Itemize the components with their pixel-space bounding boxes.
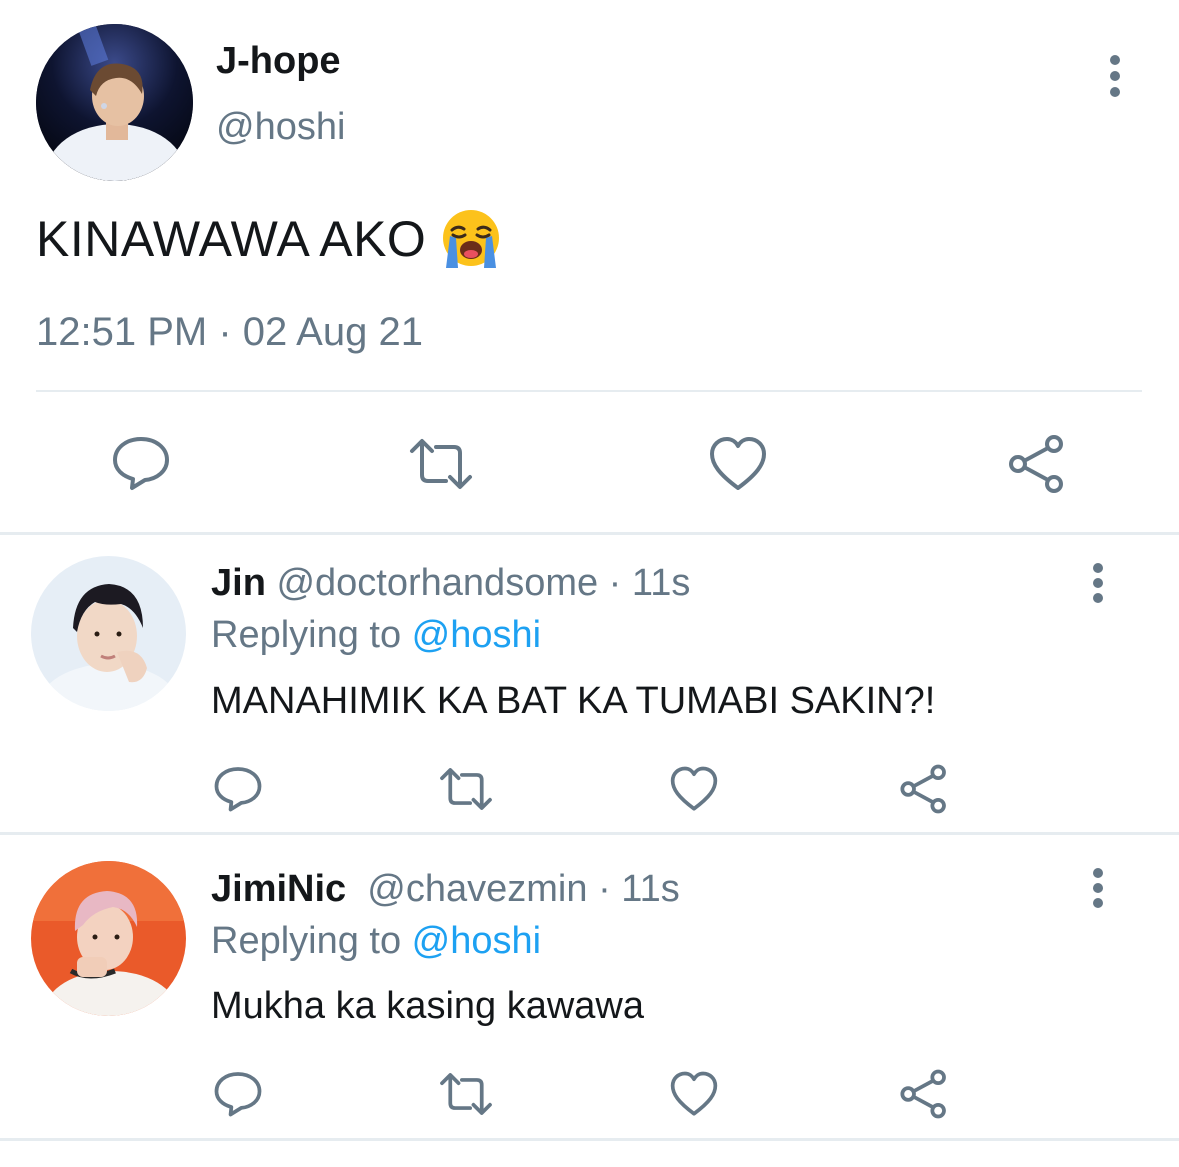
- replying-to: Replying to @hoshi: [211, 920, 541, 963]
- replying-to: Replying to @hoshi: [211, 614, 541, 657]
- reply-handle[interactable]: @doctorhandsome: [276, 562, 598, 604]
- retweet-icon[interactable]: [438, 765, 494, 813]
- main-tweet-timestamp[interactable]: 12:51 PM · 02 Aug 21: [36, 310, 423, 355]
- replying-to-mention[interactable]: @hoshi: [412, 920, 541, 962]
- reply-handle[interactable]: @chavezmin: [367, 868, 587, 910]
- divider: [0, 1138, 1179, 1141]
- more-options-icon[interactable]: [1098, 52, 1132, 102]
- main-tweet-display-name[interactable]: J-hope: [216, 40, 341, 83]
- share-icon[interactable]: [898, 1069, 950, 1119]
- divider: [36, 390, 1142, 392]
- main-tweet-text: KINAWAWA AKO: [36, 208, 502, 270]
- heart-icon[interactable]: [670, 766, 718, 812]
- reply-display-name[interactable]: JimiNic: [211, 868, 346, 910]
- divider: [0, 532, 1179, 535]
- main-tweet-text-content: KINAWAWA AKO: [36, 211, 427, 267]
- more-options-icon[interactable]: [1082, 561, 1114, 605]
- reply-timestamp[interactable]: 11s: [621, 868, 679, 910]
- share-icon[interactable]: [898, 764, 950, 814]
- reply-text: Mukha ka kasing kawawa: [211, 985, 644, 1027]
- heart-icon[interactable]: [709, 436, 767, 492]
- replying-to-mention[interactable]: @hoshi: [412, 614, 541, 656]
- reply-separator: ·: [587, 868, 622, 910]
- replying-to-label: Replying to: [211, 614, 412, 656]
- reply-icon[interactable]: [214, 764, 262, 812]
- heart-icon[interactable]: [670, 1071, 718, 1117]
- reply-timestamp[interactable]: 11s: [632, 562, 690, 604]
- reply-header: JimiNic @chavezmin · 11s: [211, 868, 680, 911]
- reply-avatar[interactable]: [31, 556, 186, 711]
- reply-header: Jin @doctorhandsome · 11s: [211, 562, 690, 605]
- reply-avatar[interactable]: [31, 861, 186, 1016]
- reply-text: MANAHIMIK KA BAT KA TUMABI SAKIN?!: [211, 680, 936, 722]
- retweet-icon[interactable]: [408, 435, 474, 493]
- main-tweet-avatar[interactable]: [36, 24, 193, 181]
- more-options-icon[interactable]: [1082, 866, 1114, 910]
- retweet-icon[interactable]: [438, 1070, 494, 1118]
- share-icon[interactable]: [1006, 434, 1068, 494]
- reply-icon[interactable]: [112, 433, 170, 491]
- main-tweet-handle[interactable]: @hoshi: [216, 106, 345, 149]
- replying-to-label: Replying to: [211, 920, 412, 962]
- divider: [0, 832, 1179, 835]
- reply-icon[interactable]: [214, 1069, 262, 1117]
- loudly-crying-face-icon: [440, 208, 502, 270]
- reply-display-name[interactable]: Jin: [211, 562, 266, 604]
- tweet-thread: J-hope @hoshi KINAWAWA AKO 12:51 PM · 02: [0, 0, 1179, 1167]
- reply-separator: ·: [598, 562, 632, 604]
